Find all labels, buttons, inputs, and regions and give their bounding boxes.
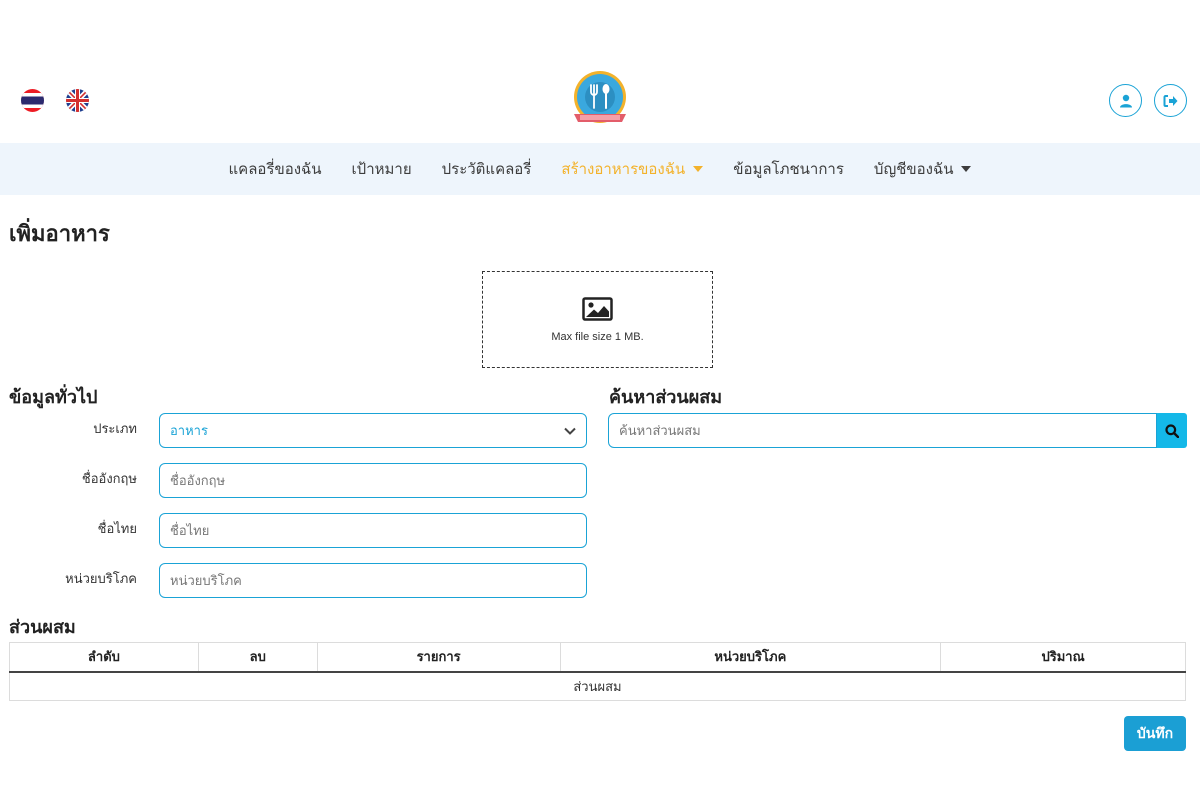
nav-create-my-food[interactable]: สร้างอาหารของฉัน (561, 157, 704, 181)
table-row: ส่วนผสม (9, 671, 1186, 701)
ingredients-heading: ส่วนผสม (9, 617, 76, 638)
general-info-heading: ข้อมูลทั่วไป (9, 387, 98, 408)
column-header-delete: ลบ (197, 642, 318, 673)
fork-spoon-plate-logo[interactable] (570, 70, 630, 128)
table-header-row: ลำดับ ลบ รายการ หน่วยบริโภค ปริมาณ (9, 642, 1186, 673)
thai-name-placeholder: ชื่อไทย (170, 524, 210, 539)
thai-name-field[interactable]: ชื่อไทย (159, 513, 587, 548)
column-header-serving-unit: หน่วยบริโภค (559, 642, 942, 673)
nav-label: แคลอรี่ของฉัน (228, 160, 322, 178)
save-button[interactable]: บันทึก (1124, 716, 1186, 751)
caret-down-icon (693, 166, 704, 172)
english-name-label: ชื่ออังกฤษ (81, 472, 137, 487)
nav-label: ประวัติแคลอรี่ (441, 160, 532, 178)
search-icon (1165, 423, 1179, 438)
uk-flag-icon[interactable] (66, 89, 89, 112)
type-select-value: อาหาร (170, 424, 208, 439)
english-name-field[interactable]: ชื่ออังกฤษ (159, 463, 587, 498)
top-bar (0, 0, 1200, 143)
nav-label: เป้าหมาย (351, 160, 412, 178)
search-ingredients-input[interactable]: ค้นหาส่วนผสม (608, 413, 1157, 448)
search-ingredients-heading: ค้นหาส่วนผสม (609, 387, 723, 408)
thai-name-label: ชื่อไทย (97, 522, 137, 537)
logout-icon (1163, 94, 1178, 107)
nav-my-account[interactable]: บัญชีของฉัน (874, 157, 972, 181)
search-placeholder: ค้นหาส่วนผสม (619, 424, 701, 439)
type-select[interactable]: อาหาร (159, 413, 587, 448)
serving-unit-field[interactable]: หน่วยบริโภค (159, 563, 587, 598)
serving-unit-label: หน่วยบริโภค (65, 572, 137, 587)
caret-down-icon (961, 166, 972, 172)
column-header-order: ลำดับ (9, 642, 199, 673)
ingredients-table: ลำดับ ลบ รายการ หน่วยบริโภค ปริมาณ ส่วนผ… (9, 642, 1186, 701)
nav-label: สร้างอาหารของฉัน (561, 160, 686, 178)
type-label: ประเภท (93, 422, 137, 437)
image-icon (582, 296, 613, 321)
nav-nutrition-info[interactable]: ข้อมูลโภชนาการ (733, 157, 844, 181)
nav-goal[interactable]: เป้าหมาย (352, 157, 412, 181)
image-upload-dropzone[interactable]: Max file size 1 MB. (482, 271, 713, 368)
column-header-item: รายการ (316, 642, 561, 673)
chevron-down-icon (564, 427, 576, 435)
thai-flag-icon[interactable] (21, 89, 44, 112)
search-button[interactable] (1157, 413, 1187, 448)
nav-label: บัญชีของฉัน (873, 160, 954, 178)
serving-unit-placeholder: หน่วยบริโภค (170, 574, 242, 589)
english-name-placeholder: ชื่ออังกฤษ (170, 474, 226, 489)
column-header-quantity: ปริมาณ (940, 642, 1186, 673)
page-title: เพิ่มอาหาร (9, 222, 110, 247)
nav-calorie-history[interactable]: ประวัติแคลอรี่ (442, 157, 532, 181)
nav-label: ข้อมูลโภชนาการ (733, 160, 844, 178)
upload-hint: Max file size 1 MB. (551, 330, 644, 343)
logout-button[interactable] (1154, 84, 1187, 117)
empty-table-message: ส่วนผสม (9, 671, 1186, 701)
nav-my-calories[interactable]: แคลอรี่ของฉัน (229, 157, 322, 181)
main-nav: แคลอรี่ของฉัน เป้าหมาย ประวัติแคลอรี่ สร… (0, 143, 1200, 195)
user-profile-button[interactable] (1109, 84, 1142, 117)
user-icon (1119, 94, 1132, 107)
